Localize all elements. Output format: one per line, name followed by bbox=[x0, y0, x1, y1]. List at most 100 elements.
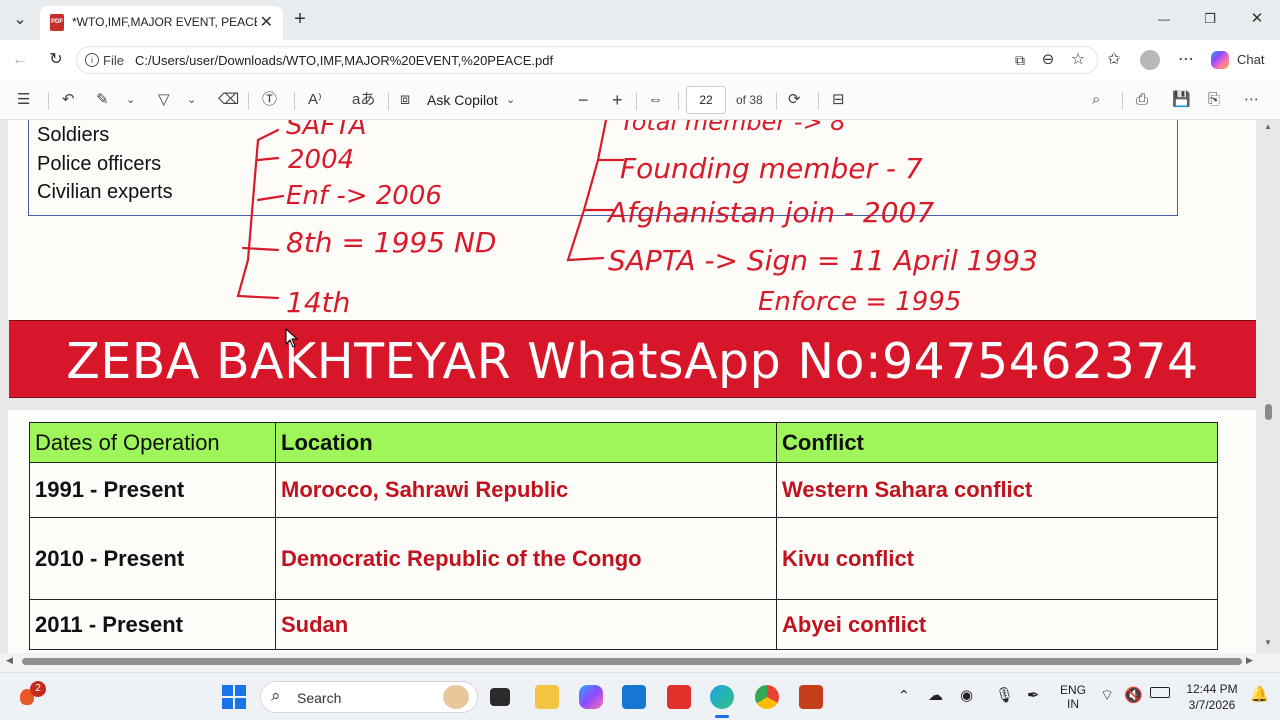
header-location: Location bbox=[275, 422, 777, 463]
highlight-chevron-icon[interactable]: ⌄ bbox=[126, 88, 135, 112]
address-bar[interactable]: i File C:/Users/user/Downloads/WTO,IMF,M… bbox=[76, 46, 1098, 74]
favorite-star-icon[interactable]: ☆ bbox=[1067, 48, 1089, 72]
pdf-toolbar: ☰ ↶ ✎ ⌄ ▽ ⌄ ⌫ Ⓣ A⁾ aあ ⧈ Ask Copilot ⌄ − … bbox=[0, 80, 1280, 120]
refresh-icon[interactable]: ↻ bbox=[44, 48, 68, 72]
pdf-page-lower: Dates of Operation Location Conflict 199… bbox=[8, 410, 1256, 653]
page-total-label: of 38 bbox=[736, 93, 763, 107]
save-icon[interactable]: 💾 bbox=[1172, 88, 1191, 112]
chat-label: Chat bbox=[1237, 52, 1265, 67]
microsoft-store-icon[interactable] bbox=[622, 685, 646, 709]
vertical-scrollbar[interactable]: ▲ ▼ bbox=[1262, 120, 1274, 653]
draw-icon[interactable]: ▽ bbox=[158, 88, 170, 112]
wifi-icon[interactable]: ⌔ bbox=[1100, 686, 1114, 705]
scroll-left-arrow-icon[interactable]: ◀ bbox=[6, 655, 13, 666]
pdf-page-upper: Soldiers Police officers Civilian expert… bbox=[8, 120, 1256, 320]
tab-pdf[interactable]: PDF *WTO,IMF,MAJOR EVENT, PEACE.pdf ✕ bbox=[40, 6, 283, 40]
undo-icon[interactable]: ↶ bbox=[62, 88, 75, 112]
info-icon[interactable]: i bbox=[85, 53, 99, 67]
url-text[interactable]: C:/Users/user/Downloads/WTO,IMF,MAJOR%20… bbox=[135, 53, 553, 68]
scroll-down-arrow-icon[interactable]: ▼ bbox=[1264, 638, 1272, 647]
onedrive-cloud-icon[interactable]: ☁ bbox=[928, 686, 943, 704]
scroll-up-arrow-icon[interactable]: ▲ bbox=[1264, 122, 1272, 131]
whatsapp-banner: ZEBA BAKHTEYAR WhatsApp No:9475462374 bbox=[9, 320, 1256, 398]
copilot-app-icon[interactable] bbox=[579, 685, 603, 709]
wps-office-icon[interactable] bbox=[667, 685, 691, 709]
language-code: ENG bbox=[1059, 683, 1086, 697]
banner-text: ZEBA BAKHTEYAR WhatsApp No:9475462374 bbox=[66, 333, 1199, 390]
favorites-icon[interactable]: ✩ bbox=[1102, 48, 1126, 72]
copilot-icon bbox=[1211, 51, 1229, 69]
copilot-chevron-icon: ⌄ bbox=[506, 94, 516, 106]
maximize-button[interactable]: ❐ bbox=[1198, 7, 1222, 31]
immersive-reader-icon[interactable]: ⧉ bbox=[1009, 48, 1031, 72]
toolbar-divider bbox=[248, 92, 249, 110]
powerpoint-icon[interactable] bbox=[799, 685, 823, 709]
print-icon[interactable]: ⎙ bbox=[1136, 88, 1148, 112]
task-view-icon[interactable] bbox=[490, 688, 510, 706]
toolbar-divider bbox=[294, 92, 295, 110]
search-icon[interactable]: ⌕ bbox=[1092, 88, 1100, 112]
fit-page-icon[interactable]: ⇔ bbox=[648, 88, 663, 112]
taskbar-search-placeholder: Search bbox=[297, 690, 342, 706]
close-window-button[interactable]: ✕ bbox=[1245, 7, 1269, 31]
meet-now-icon[interactable]: ◉ bbox=[960, 686, 973, 704]
contents-list-icon[interactable]: ☰ bbox=[17, 88, 30, 112]
more-menu-icon[interactable]: ⋯ bbox=[1174, 48, 1198, 72]
file-explorer-icon[interactable] bbox=[535, 685, 559, 709]
operations-table: Dates of Operation Location Conflict 199… bbox=[29, 422, 1218, 650]
table-row: 1991 - Present Morocco, Sahrawi Republic… bbox=[29, 462, 1218, 518]
widgets-icon[interactable]: 2 bbox=[20, 681, 46, 709]
page-number-input[interactable]: 22 bbox=[686, 86, 726, 114]
scrollbar-thumb[interactable] bbox=[1265, 404, 1272, 420]
active-app-indicator bbox=[715, 715, 729, 718]
note-founding-member: Founding member - 7 bbox=[620, 152, 923, 185]
note-14th: 14th bbox=[286, 286, 350, 319]
toolbar-divider bbox=[818, 92, 819, 110]
chrome-browser-icon[interactable] bbox=[755, 685, 779, 709]
clock[interactable]: 12:44 PM 3/7/2026 bbox=[1180, 681, 1244, 713]
pdf-viewport[interactable]: Soldiers Police officers Civilian expert… bbox=[0, 120, 1280, 653]
start-windows-icon[interactable] bbox=[222, 685, 246, 709]
volume-muted-icon[interactable]: 🔇 bbox=[1124, 686, 1143, 704]
zoom-icon[interactable]: ⊖ bbox=[1037, 48, 1059, 72]
horizontal-scrollbar-thumb[interactable] bbox=[22, 658, 1242, 665]
eraser-icon[interactable]: ⌫ bbox=[218, 88, 239, 112]
tab-close-button[interactable]: ✕ bbox=[260, 12, 273, 32]
tab-title: *WTO,IMF,MAJOR EVENT, PEACE.pdf bbox=[72, 15, 257, 29]
header-dates: Dates of Operation bbox=[29, 422, 276, 463]
page-view-icon[interactable]: ⊟ bbox=[832, 88, 845, 112]
microphone-icon[interactable]: 🎙 bbox=[995, 686, 1014, 704]
draw-chevron-icon[interactable]: ⌄ bbox=[187, 88, 196, 112]
save-as-icon[interactable]: ⎘ bbox=[1208, 88, 1220, 112]
cell-date: 2010 - Present bbox=[29, 517, 276, 600]
notification-bell-icon[interactable]: 🔔 bbox=[1250, 685, 1269, 703]
rotate-icon[interactable]: ⟳ bbox=[788, 88, 801, 112]
taskbar-search-box[interactable]: ⌕ Search bbox=[260, 681, 478, 713]
battery-icon[interactable] bbox=[1150, 687, 1170, 698]
pen-icon[interactable]: ✒ bbox=[1027, 686, 1040, 704]
minimize-button[interactable]: — bbox=[1152, 7, 1176, 31]
cell-date: 1991 - Present bbox=[29, 462, 276, 518]
zoom-out-button[interactable]: − bbox=[578, 88, 589, 112]
horizontal-scrollbar[interactable]: ◀ ▶ bbox=[0, 653, 1262, 669]
read-aloud-icon[interactable]: A⁾ bbox=[308, 88, 322, 112]
highlight-icon[interactable]: ✎ bbox=[96, 88, 109, 112]
copilot-chat-button[interactable]: Chat bbox=[1205, 47, 1271, 73]
show-hidden-icons-chevron-icon[interactable]: ⌃ bbox=[898, 687, 910, 704]
profile-avatar[interactable] bbox=[1140, 50, 1160, 70]
header-conflict: Conflict bbox=[776, 422, 1218, 463]
add-text-icon[interactable]: Ⓣ bbox=[262, 88, 277, 112]
translate-icon[interactable]: aあ bbox=[352, 88, 375, 112]
edge-browser-icon[interactable] bbox=[710, 685, 734, 709]
clock-time: 12:44 PM bbox=[1186, 682, 1238, 696]
tab-actions-chevron-icon[interactable]: ⌄ bbox=[8, 8, 32, 32]
language-indicator[interactable]: ENG IN bbox=[1058, 683, 1088, 711]
cell-conflict: Western Sahara conflict bbox=[776, 462, 1218, 518]
new-tab-button[interactable]: + bbox=[288, 7, 312, 31]
zoom-in-button[interactable]: + bbox=[612, 88, 623, 112]
scroll-right-arrow-icon[interactable]: ▶ bbox=[1246, 655, 1253, 666]
back-arrow-icon[interactable]: ← bbox=[8, 48, 32, 72]
more-options-icon[interactable]: ⋯ bbox=[1244, 88, 1259, 112]
note-safta: SAFTA bbox=[286, 120, 367, 141]
note-afghanistan: Afghanistan join - 2007 bbox=[606, 196, 934, 229]
